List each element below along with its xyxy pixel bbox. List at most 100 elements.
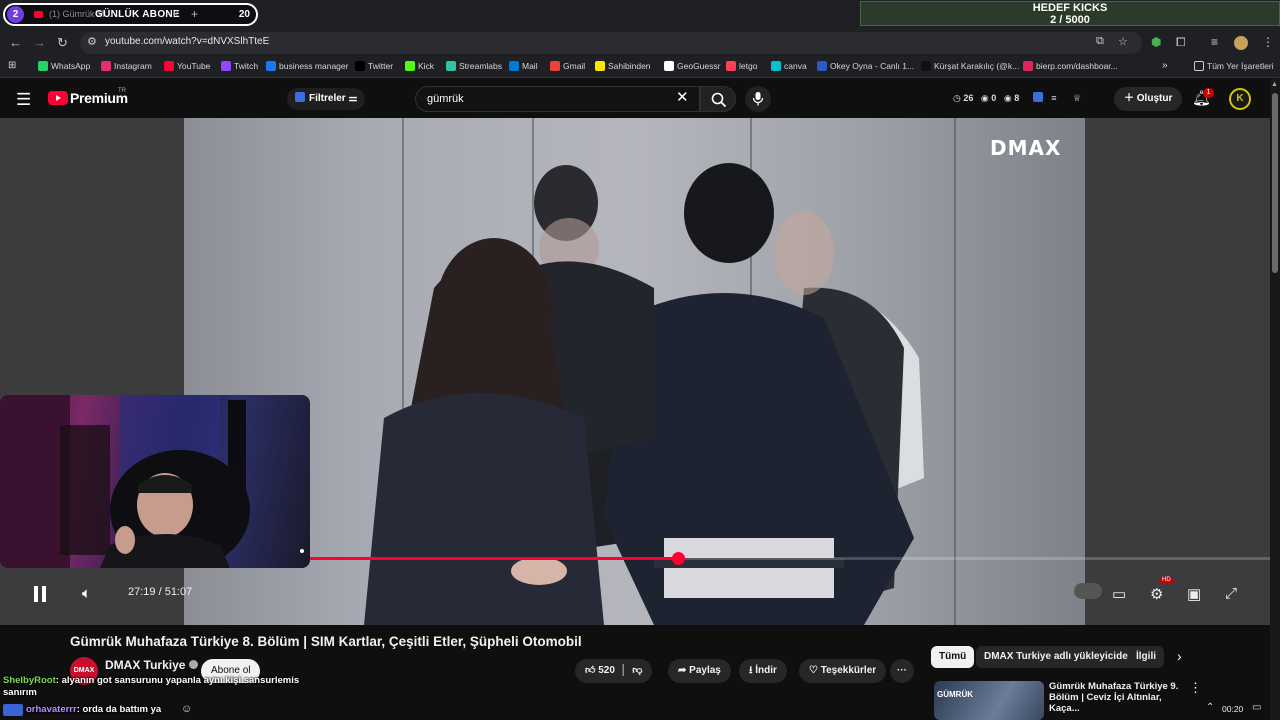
bookmark-item[interactable]: Twitter: [355, 61, 393, 71]
bookmark-label: GeoGuessr: [677, 61, 721, 71]
settings-icon[interactable]: ⚙: [1150, 585, 1163, 603]
account-avatar[interactable]: K: [1229, 88, 1251, 110]
bookmark-star-icon[interactable]: ☆: [1118, 35, 1128, 48]
tray-chevron-up-icon[interactable]: ⌃: [1206, 702, 1214, 713]
more-actions-button[interactable]: ···: [890, 659, 914, 683]
chevron-right-icon[interactable]: ›: [1177, 648, 1182, 664]
back-icon[interactable]: ←: [9, 35, 22, 50]
filters-button[interactable]: Filtreler ⚌: [287, 88, 366, 110]
create-button[interactable]: ＋ Oluştur: [1114, 87, 1183, 111]
fullscreen-icon[interactable]: ⤢: [1225, 585, 1237, 602]
daily-subscriber-value: 20: [238, 9, 250, 20]
bookmark-item[interactable]: YouTube: [164, 61, 210, 71]
search-icon: [711, 92, 727, 108]
bookmark-label: Kick: [418, 61, 435, 71]
bookmark-item[interactable]: letgo: [726, 61, 757, 71]
goal-title: HEDEF KICKS: [1032, 2, 1108, 14]
bookmark-label: YouTube: [177, 61, 211, 71]
list-icon[interactable]: ≡: [1051, 93, 1056, 103]
bookmark-item[interactable]: Kürşat Karakılıç (@k...: [921, 61, 1019, 71]
tab-close-icon[interactable]: ✕: [172, 9, 180, 20]
chat-text: : orda da battım ya: [76, 704, 162, 715]
reload-icon[interactable]: ↻: [57, 35, 68, 51]
url-text[interactable]: youtube.com/watch?v=dNVXSlhTteE: [105, 36, 269, 47]
menu-icon[interactable]: ☰: [16, 90, 31, 110]
channel-name[interactable]: DMAX Turkiye: [105, 658, 199, 672]
subtitles-icon[interactable]: ▭: [1112, 585, 1126, 603]
youtube-tab-icon[interactable]: [34, 11, 43, 18]
download-button[interactable]: ⭳ İndir: [739, 659, 787, 683]
clear-search-icon[interactable]: ✕: [676, 88, 689, 106]
youtube-logo-icon[interactable]: [48, 91, 68, 105]
apps-grid-icon[interactable]: ⊞: [8, 60, 16, 71]
search-button[interactable]: [700, 86, 736, 112]
all-bookmarks-folder[interactable]: Tüm Yer İşaretleri: [1194, 61, 1274, 71]
recommended-video-title[interactable]: Gümrük Muhafaza Türkiye 9. Bölüm | Ceviz…: [1049, 681, 1179, 714]
browser-menu-icon[interactable]: ⋮: [1262, 35, 1274, 49]
autoplay-toggle[interactable]: [1074, 583, 1102, 599]
thanks-button[interactable]: ♡ Teşekkürler: [799, 659, 887, 683]
bookmark-favicon-icon: [509, 61, 519, 71]
bookmark-item[interactable]: Twitch: [221, 61, 258, 71]
bookmark-item[interactable]: Kick: [405, 61, 434, 71]
bookmark-label: Kürşat Karakılıç (@k...: [934, 61, 1020, 71]
share-button[interactable]: ➦ Paylaş: [668, 659, 731, 683]
install-app-icon[interactable]: ⧉: [1096, 35, 1104, 48]
like-button[interactable]: 👍︎ 520 │ 👎︎: [575, 659, 653, 683]
chip-related[interactable]: İlgili: [1128, 646, 1164, 668]
screen: 2 (1) Gümrük M... GÜNLÜK ABONE ✕ + 20 HE…: [0, 0, 1280, 720]
bookmark-label: Okey Oyna - Canlı 1...: [830, 61, 915, 71]
channel-name-text[interactable]: DMAX Turkiye: [105, 658, 185, 672]
theater-mode-icon[interactable]: ▣: [1187, 585, 1201, 603]
bookmark-item[interactable]: canva: [771, 61, 807, 71]
volume-icon[interactable]: 🔈︎: [82, 585, 91, 602]
folder-icon: [1194, 61, 1204, 71]
bookmark-item[interactable]: Streamlabs: [446, 61, 502, 71]
new-tab-button[interactable]: +: [191, 7, 198, 21]
stat-views: 0: [991, 93, 997, 103]
video-title: Gümrük Muhafaza Türkiye 8. Bölüm | SIM K…: [70, 634, 582, 649]
bookmark-item[interactable]: Sahibinden: [595, 61, 651, 71]
bookmark-item[interactable]: Okey Oyna - Canlı 1...: [817, 61, 914, 71]
chip-from-uploader[interactable]: DMAX Turkiye adlı yükleyiciden: [976, 646, 1142, 668]
recommendation-menu-icon[interactable]: ⋮: [1189, 680, 1202, 696]
bookmark-item[interactable]: Gmail: [550, 61, 585, 71]
bookmark-label: Mail: [522, 61, 538, 71]
youtube-header: ☰ Premium TR Filtreler ⚌ gümrük ✕ ◷ 26 ◉…: [0, 79, 1270, 119]
bookmark-item[interactable]: business manager: [266, 61, 348, 71]
bookmark-item[interactable]: Mail: [509, 61, 538, 71]
address-bar[interactable]: ⚙ youtube.com/watch?v=dNVXSlhTteE ⧉ ☆: [80, 32, 1142, 54]
site-info-icon[interactable]: ⚙: [87, 35, 97, 48]
like-count: 520: [598, 665, 615, 676]
voice-search-button[interactable]: [745, 86, 771, 112]
shield-extension-icon[interactable]: ⬢: [1151, 35, 1161, 49]
video-frame[interactable]: DMAX: [184, 118, 1085, 625]
search-box[interactable]: gümrük: [415, 86, 700, 112]
recommended-video-thumbnail[interactable]: GÜMRÜK: [934, 681, 1044, 720]
bookmark-favicon-icon: [921, 61, 931, 71]
bookmarks-overflow-icon[interactable]: »: [1162, 60, 1168, 71]
bookmark-item[interactable]: Instagram: [101, 61, 152, 71]
bookmark-item[interactable]: GeoGuessr: [664, 61, 720, 71]
reading-list-icon[interactable]: ≡: [1211, 35, 1218, 49]
chat-message: orhavaterrr: orda da battım ya: [26, 704, 161, 715]
pause-icon[interactable]: [33, 585, 47, 603]
notification-center-icon[interactable]: ▭: [1252, 702, 1261, 713]
goal-value: 2 / 5000: [1050, 14, 1090, 26]
scroll-up-icon[interactable]: ▲: [1271, 81, 1278, 88]
forward-icon[interactable]: →: [33, 35, 46, 50]
chip-all[interactable]: Tümü: [931, 646, 975, 668]
trophy-icon[interactable]: ♕: [1073, 93, 1081, 103]
bookmark-favicon-icon: [164, 61, 174, 71]
scrollbar-thumb[interactable]: [1272, 93, 1278, 273]
extensions-icon[interactable]: ⧠: [1176, 35, 1186, 50]
bookmark-label: Gmail: [563, 61, 586, 71]
search-input[interactable]: gümrük: [427, 93, 464, 105]
page-scrollbar[interactable]: ▲: [1270, 79, 1280, 720]
profile-avatar[interactable]: [1234, 36, 1248, 50]
extension-icon[interactable]: [1032, 92, 1043, 102]
bookmark-item[interactable]: bierp.com/dashboar...: [1023, 61, 1118, 71]
thumbs-down-icon[interactable]: 👎︎: [632, 665, 642, 676]
bookmark-item[interactable]: WhatsApp: [38, 61, 90, 71]
all-bookmarks-label: Tüm Yer İşaretleri: [1207, 61, 1274, 71]
